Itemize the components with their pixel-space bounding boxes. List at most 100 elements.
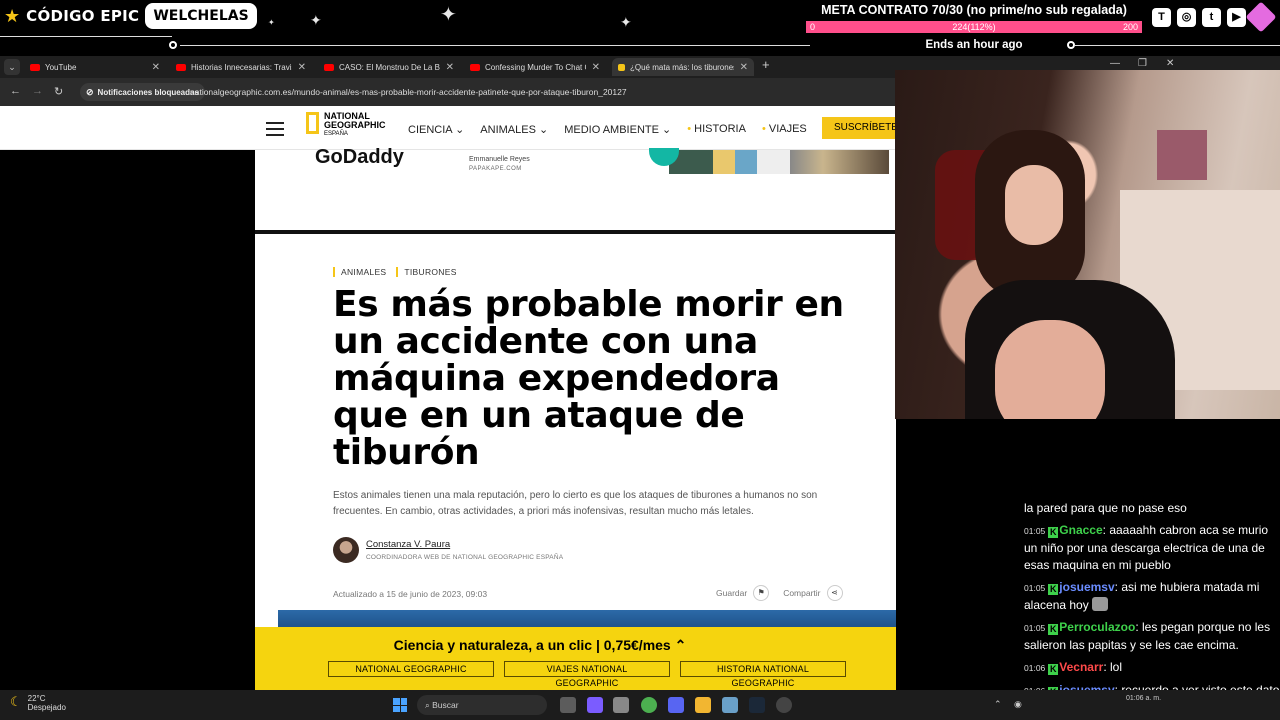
tab-youtube[interactable]: YouTube ✕ <box>24 58 166 76</box>
file-explorer-icon[interactable] <box>695 697 711 713</box>
article-actions: Guardar ⚑ Compartir ⋖ <box>716 585 843 601</box>
author-name[interactable]: Constanza V. Paura <box>366 539 563 550</box>
promo-banner: Ciencia y naturaleza, a un clic | 0,75€/… <box>255 627 896 690</box>
emote-icon <box>1092 597 1109 611</box>
weather-desc: Despejado <box>27 703 66 712</box>
chat-user[interactable]: josuemsv <box>1059 580 1114 594</box>
tray-chevron-icon[interactable]: ⌃ <box>994 699 1002 710</box>
crumb-tiburones[interactable]: TIBURONES <box>396 267 456 277</box>
sparkle-icon: ✦ <box>310 12 322 28</box>
chat-panel: la pared para que no pase eso 01:05 K Gnac… <box>1024 500 1280 720</box>
webcam-person <box>1005 165 1063 245</box>
logo-line2: GEOGRAPHIC <box>324 120 386 130</box>
logo-line3: ESPAÑA <box>324 131 348 137</box>
forward-icon[interactable]: → <box>32 85 43 97</box>
tab-close-icon[interactable]: ✕ <box>152 62 160 73</box>
menu-icon[interactable] <box>266 122 284 140</box>
tab-label: Confessing Murder To Chat GP <box>485 62 586 72</box>
article: ANIMALES TIBURONES Es más probable morir… <box>255 234 896 690</box>
weather-temp: 22°C <box>27 694 46 703</box>
youtube-favicon-icon <box>176 63 186 71</box>
maximize-icon[interactable]: ❐ <box>1138 58 1147 69</box>
site-header: NATIONAL GEOGRAPHIC ESPAÑA CIENCIA ⌄ ANI… <box>0 106 896 150</box>
tab-search-button[interactable]: ⌄ <box>4 59 20 75</box>
ad-sub: PAPAKAPE.COM <box>469 166 522 172</box>
channel-name: WELCHELAS <box>145 3 257 29</box>
weather-widget[interactable]: ☾ 22°C Despejado <box>10 694 66 712</box>
natgeo-favicon-icon <box>618 63 625 71</box>
notifications-blocked-chip[interactable]: ⊘ Notificaciones bloqueadas <box>80 83 205 101</box>
promo-title[interactable]: Ciencia y naturaleza, a un clic | 0,75€/… <box>255 637 825 654</box>
tab-historias[interactable]: Historias Innecesarias: Travis el ✕ <box>170 58 312 76</box>
reload-icon[interactable]: ↻ <box>54 85 63 98</box>
nav-medio-ambiente[interactable]: MEDIO AMBIENTE ⌄ <box>564 123 671 136</box>
obs-icon[interactable] <box>776 697 792 713</box>
sub-goal: META CONTRATO 70/30 (no prime/no sub reg… <box>806 3 1142 51</box>
youtube-favicon-icon <box>324 63 334 71</box>
tab-label: Historias Innecesarias: Travis el <box>191 62 292 72</box>
author-block: Constanza V. Paura COORDINADORA WEB DE N… <box>333 537 563 563</box>
tab-natgeo[interactable]: ¿Qué mata más: los tiburones o ✕ <box>612 58 754 76</box>
tab-close-icon[interactable]: ✕ <box>446 62 454 73</box>
chat-user[interactable]: Vecnarr <box>1059 660 1103 674</box>
chat-text: la pared para que no pase eso <box>1024 501 1187 515</box>
minimize-icon[interactable]: — <box>1110 58 1120 69</box>
settings-icon[interactable] <box>613 697 629 713</box>
chevron-up-icon: ⌃ <box>674 637 687 653</box>
ad-image <box>669 150 889 174</box>
stream-overlay: ★ CÓDIGO EPIC WELCHELAS ✦ ✦ ✦ ✦ META CON… <box>0 0 1280 56</box>
moon-icon: ☾ <box>10 694 22 709</box>
chat-user[interactable]: Gnacce <box>1059 523 1102 537</box>
kick-badge-icon: K <box>1048 527 1059 538</box>
promo-link-historia[interactable]: HISTORIA NATIONAL GEOGRAPHIC <box>680 661 846 688</box>
youtube-icon: ▶ <box>1227 8 1246 27</box>
url-field[interactable]: nationalgeographic.com.es/mundo-animal/e… <box>190 87 627 97</box>
save-label[interactable]: Guardar <box>716 588 747 598</box>
tab-close-icon[interactable]: ✕ <box>740 62 748 73</box>
tab-close-icon[interactable]: ✕ <box>298 62 306 73</box>
crumb-animales[interactable]: ANIMALES <box>333 267 386 277</box>
taskbar-clock[interactable]: 01:06 a. m. <box>1126 694 1161 704</box>
overlay-line <box>180 45 810 46</box>
author-role: COORDINADORA WEB DE NATIONAL GEOGRAPHIC … <box>366 554 564 561</box>
chat-time: 01:06 <box>1024 663 1046 673</box>
nav-viajes[interactable]: • VIAJES <box>762 123 807 136</box>
taskbar: ☾ 22°C Despejado ⌕ Buscar ⌃ ◉ 01:06 a. m… <box>0 690 1280 720</box>
taskbar-search[interactable]: ⌕ Buscar <box>417 695 547 715</box>
ad-banner[interactable]: GoDaddy Emmanuelle Reyes PAPAKAPE.COM <box>255 146 896 230</box>
sparkle-icon: ✦ <box>268 18 275 27</box>
share-icon[interactable]: ⋖ <box>826 585 843 601</box>
sparkle-icon: ✦ <box>620 14 632 30</box>
promo-link-natgeo[interactable]: NATIONAL GEOGRAPHIC <box>328 661 494 677</box>
nav-historia[interactable]: • HISTORIA <box>687 123 746 136</box>
share-label[interactable]: Compartir <box>783 588 820 598</box>
close-window-icon[interactable]: ✕ <box>1166 58 1174 69</box>
nav-animales[interactable]: ANIMALES ⌄ <box>480 123 548 136</box>
chrome-icon[interactable] <box>641 697 657 713</box>
promo-link-viajes[interactable]: VIAJES NATIONAL GEOGRAPHIC <box>504 661 670 688</box>
steam-icon[interactable] <box>749 697 765 713</box>
chat-time: 01:05 <box>1024 526 1046 536</box>
bookmark-icon[interactable]: ⚑ <box>753 585 770 601</box>
windows-start-icon[interactable] <box>393 698 407 712</box>
overlay-line <box>0 36 172 37</box>
chat-user[interactable]: Perroculazoo <box>1059 620 1135 634</box>
new-tab-button[interactable]: + <box>762 57 770 72</box>
brand-text: CÓDIGO EPIC <box>26 7 140 25</box>
taskbar-search-label: Buscar <box>432 700 459 710</box>
nav-ciencia[interactable]: CIENCIA ⌄ <box>408 123 464 136</box>
subscribe-button[interactable]: SUSCRÍBETE <box>822 117 896 139</box>
task-view-icon[interactable] <box>560 697 576 713</box>
copilot-icon[interactable] <box>587 697 603 713</box>
tab-confessing[interactable]: Confessing Murder To Chat GP ✕ <box>464 58 606 76</box>
tab-caso[interactable]: CASO: El Monstruo De La Bicicl ✕ <box>318 58 460 76</box>
sub-goal-value: 224(112%) <box>952 22 996 32</box>
back-icon[interactable]: ← <box>10 85 21 97</box>
overlay-dot <box>169 41 177 49</box>
network-icon[interactable]: ◉ <box>1014 699 1022 710</box>
photos-icon[interactable] <box>722 697 738 713</box>
natgeo-logo[interactable]: NATIONAL GEOGRAPHIC ESPAÑA <box>306 112 386 139</box>
natgeo-frame-icon <box>306 112 319 134</box>
discord-icon[interactable] <box>668 697 684 713</box>
tab-close-icon[interactable]: ✕ <box>592 62 600 73</box>
